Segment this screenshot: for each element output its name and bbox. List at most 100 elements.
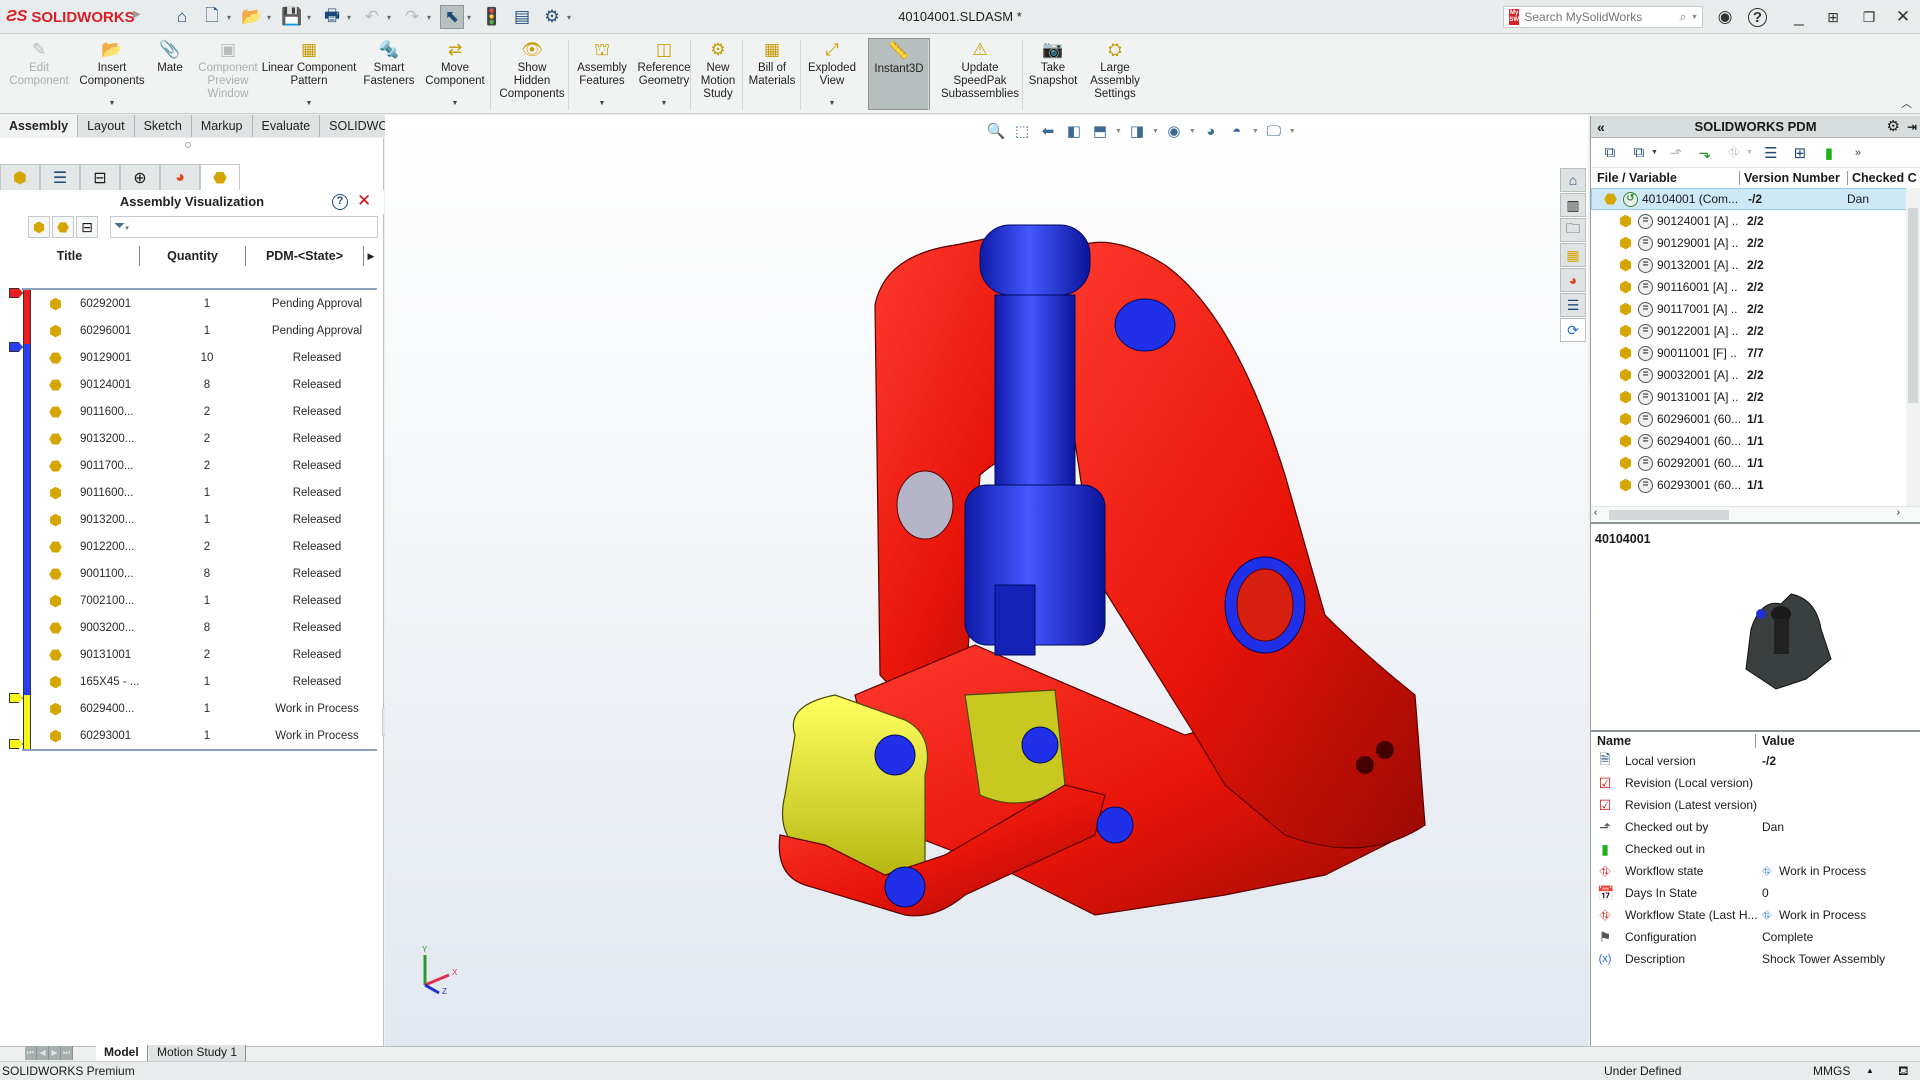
display-style-button[interactable]: ◨ [1126, 120, 1148, 142]
component-preview-window-button[interactable]: ▣ Component Preview Window [198, 38, 258, 110]
state-slider-flag[interactable] [9, 693, 23, 703]
help-icon[interactable]: ? [332, 194, 348, 210]
new-document-dropdown-caret[interactable]: ▾ [224, 13, 234, 22]
file-properties-button[interactable]: ▤ [510, 5, 534, 29]
expand-menu-arrow[interactable]: ▶ [133, 9, 141, 20]
property-manager-tab[interactable]: ☰ [40, 164, 80, 190]
update-speedpak-subassemblies-button[interactable]: ⚠ Update SpeedPak Subassemblies [932, 38, 1028, 110]
state-slider-flag[interactable] [9, 739, 23, 749]
tab-model[interactable]: Model [96, 1045, 148, 1061]
tab-assembly[interactable]: Assembly [0, 115, 79, 137]
horizontal-scrollbar[interactable]: ‹ › [1591, 506, 1920, 522]
rebuild-status-icon[interactable]: ⛾ [1898, 1062, 1909, 1080]
pdm-file-row[interactable]: ⬢ = 90116001 [A] .. 2/2 [1591, 276, 1920, 298]
graphics-area[interactable]: 🔍 ⬚ ⬅ ◧ ⬒ ▼ ◨ ▼ ◉ ▼ ◕ ◓ ▼ 🖵 ▼ Y X Z [385, 115, 1588, 1046]
property-row[interactable]: (x) Description Shock Tower Assembly [1591, 948, 1920, 970]
visualization-row[interactable]: ⬣ 9003200... 8 Released [22, 614, 377, 641]
visualization-row[interactable]: ⬣ 9013200... 2 Released [22, 425, 377, 452]
pdm-file-row[interactable]: ⬢ = 90122001 [A] .. 2/2 [1591, 320, 1920, 342]
property-row[interactable]: 📅 Days In State 0 [1591, 882, 1920, 904]
search-icon[interactable]: ⌕ [1679, 9, 1691, 25]
move-component-button[interactable]: ⇄ Move Component ▼ [420, 38, 490, 110]
zoom-to-area-button[interactable]: ⬚ [1011, 120, 1033, 142]
exploded-view-button[interactable]: ⤢ Exploded View ▼ [802, 38, 862, 110]
state-slider-flag[interactable] [9, 342, 23, 352]
settings-gear-icon[interactable]: ⚙ [1887, 116, 1900, 138]
properties-button[interactable]: ☰ [1760, 142, 1782, 164]
collapse-pane-icon[interactable]: « [1597, 116, 1605, 138]
hide-show-items-button[interactable]: ◉ [1163, 120, 1185, 142]
close-button[interactable]: ✕ [1890, 5, 1916, 29]
scroll-left-arrow[interactable]: ‹ [1594, 507, 1597, 518]
redo-dropdown-caret[interactable]: ▾ [424, 13, 434, 22]
tile-windows-button[interactable]: ⊞ [1820, 5, 1846, 29]
hide-show-items-dropdown-caret[interactable]: ▼ [1189, 128, 1196, 135]
restore-button[interactable]: ❐ [1856, 5, 1882, 29]
view-settings-dropdown-caret[interactable]: ▼ [1289, 128, 1296, 135]
edit-appearance-button[interactable]: ◕ [1200, 120, 1222, 142]
column-version-number[interactable]: Version Number [1739, 171, 1840, 185]
first-tab-button[interactable]: ⏮ [25, 1046, 37, 1060]
smart-fasteners-button[interactable]: 🔩 Smart Fasteners [362, 38, 416, 110]
vertical-scrollbar[interactable] [1906, 188, 1920, 506]
previous-view-button[interactable]: ⬅ [1037, 120, 1059, 142]
redo-button[interactable]: ↷ [400, 5, 424, 29]
column-value[interactable]: Value [1755, 734, 1795, 748]
options-button[interactable]: ⚙ [540, 5, 564, 29]
pdm-file-row[interactable]: ⬢ = 90011001 [F] .. 7/7 [1591, 342, 1920, 364]
edit-component-button[interactable]: ✎ Edit Component [8, 38, 70, 110]
select-dropdown-caret[interactable]: ▾ [464, 13, 474, 22]
view-orientation-dropdown-caret[interactable]: ▼ [1115, 128, 1122, 135]
visualization-row[interactable]: ⬣ 90129001 10 Released [22, 344, 377, 371]
print-button[interactable]: 🖶 [320, 5, 344, 29]
state-slider-flag[interactable] [9, 288, 23, 298]
vault-view-button[interactable]: ▮ [1818, 142, 1840, 164]
reference-geometry-dropdown-caret[interactable]: ▼ [661, 97, 668, 110]
print-dropdown-caret[interactable]: ▾ [344, 13, 354, 22]
scrollbar-thumb[interactable] [1908, 208, 1918, 403]
search-dropdown-caret[interactable]: ▼ [1691, 14, 1698, 21]
scroll-right-arrow[interactable]: › [1897, 507, 1900, 518]
change-state-button[interactable]: ⛗ [1723, 142, 1745, 164]
visualization-row[interactable]: ⬣ 90131001 2 Released [22, 641, 377, 668]
units-menu-caret[interactable]: ▲ [1866, 1062, 1874, 1080]
new-motion-study-button[interactable]: ⚙ New Motion Study [694, 38, 742, 110]
property-row[interactable]: ⛗ Workflow State (Last H... ⛗ Work in Proce… [1591, 904, 1920, 926]
pdm-file-row[interactable]: ⬢ = 60294001 (60... 1/1 [1591, 430, 1920, 452]
visualization-row[interactable]: ⬣ 9011600... 2 Released [22, 398, 377, 425]
panel-splitter-grip[interactable] [185, 142, 191, 148]
visualization-row[interactable]: ⬢ 165X45 - ... 1 Released [22, 668, 377, 695]
visualization-row[interactable]: ⬣ 90124001 8 Released [22, 371, 377, 398]
task-tab-file-explorer[interactable]: 🗀 [1560, 218, 1586, 242]
column-pdm-state[interactable]: PDM-<State> [246, 246, 364, 266]
view-settings-button[interactable]: 🖵 [1263, 120, 1285, 142]
exploded-view-dropdown-caret[interactable]: ▼ [829, 97, 836, 110]
assembly-features-button[interactable]: ⛫ Assembly Features ▼ [574, 38, 630, 110]
previous-tab-button[interactable]: ◀ [37, 1046, 49, 1060]
shock-tower-assembly-model[interactable] [765, 175, 1485, 975]
instant3d-button[interactable]: 📏 Instant3D [868, 38, 930, 110]
bill-of-materials-button[interactable]: ▦ Bill of Materials [746, 38, 798, 110]
check-out-button[interactable]: ⬏ [1665, 142, 1687, 164]
linear-component-pattern-dropdown-caret[interactable]: ▼ [306, 97, 313, 110]
tab-motion-study-1[interactable]: Motion Study 1 [149, 1045, 247, 1061]
search-input[interactable] [1524, 10, 1680, 24]
where-used-button[interactable]: ⊞ [1789, 142, 1811, 164]
change-state-caret[interactable]: ▼ [1746, 149, 1753, 156]
flat-view-button[interactable]: ⬢ [28, 216, 50, 238]
configuration-manager-tab[interactable]: ⊟ [80, 164, 120, 190]
pdm-file-row[interactable]: ⬢ = 60296001 (60... 1/1 [1591, 408, 1920, 430]
column-name[interactable]: Name [1597, 734, 1631, 748]
task-tab-custom-properties[interactable]: ☰ [1560, 293, 1586, 317]
section-view-button[interactable]: ◧ [1063, 120, 1085, 142]
property-row[interactable]: ☑ Revision (Local version) [1591, 772, 1920, 794]
zoom-to-fit-button[interactable]: 🔍 [985, 120, 1007, 142]
close-icon[interactable]: ✕ [357, 191, 371, 211]
column-file-variable[interactable]: File / Variable [1597, 171, 1677, 185]
column-checked-out[interactable]: Checked C [1847, 171, 1917, 185]
undo-dropdown-caret[interactable]: ▾ [384, 13, 394, 22]
nested-view-button[interactable]: ⬣ [52, 216, 74, 238]
assembly-features-dropdown-caret[interactable]: ▼ [599, 97, 606, 110]
mate-button[interactable]: 📎 Mate [150, 38, 190, 110]
save-dropdown-caret[interactable]: ▾ [304, 13, 314, 22]
